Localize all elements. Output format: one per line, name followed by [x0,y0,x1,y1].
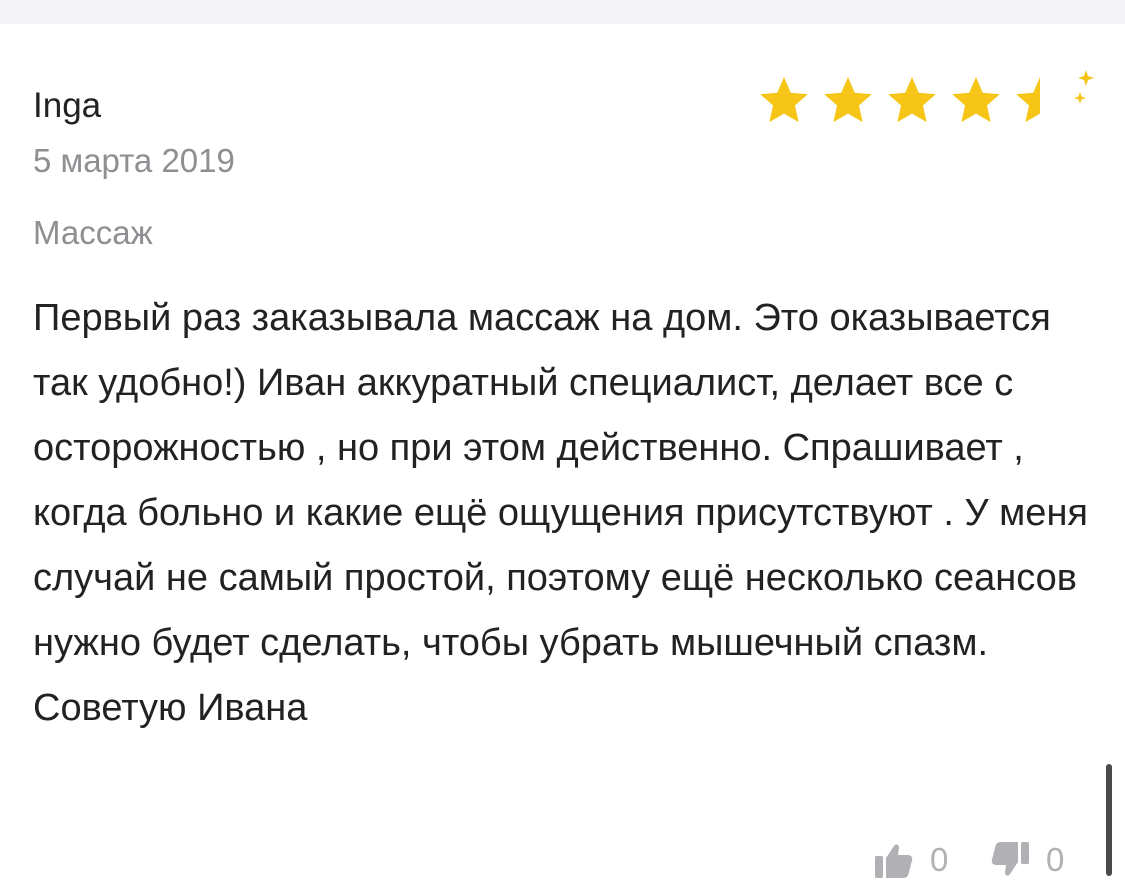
thumbs-down-icon [991,842,1029,876]
star-icon [824,77,872,123]
thumbs-up-icon [875,844,913,878]
review-service: Массаж [33,214,153,251]
dislike-count: 0 [1046,841,1065,878]
top-separator [0,0,1125,24]
star-icon [952,77,1000,123]
dislike-button[interactable]: 0 [988,838,1064,882]
review-date: 5 марта 2019 [33,142,235,179]
scrollbar[interactable] [1106,764,1112,876]
star-icon [760,77,808,123]
half-star-icon [1016,77,1040,123]
review-text: Первый раз заказывала массаж на дом. Это… [33,297,1089,729]
rating-stars [760,70,1094,123]
like-button[interactable]: 0 [872,838,948,882]
review-author: Inga [33,86,102,125]
like-count: 0 [930,841,949,878]
star-icon [888,77,936,123]
sparkle-icon [1074,70,1094,104]
